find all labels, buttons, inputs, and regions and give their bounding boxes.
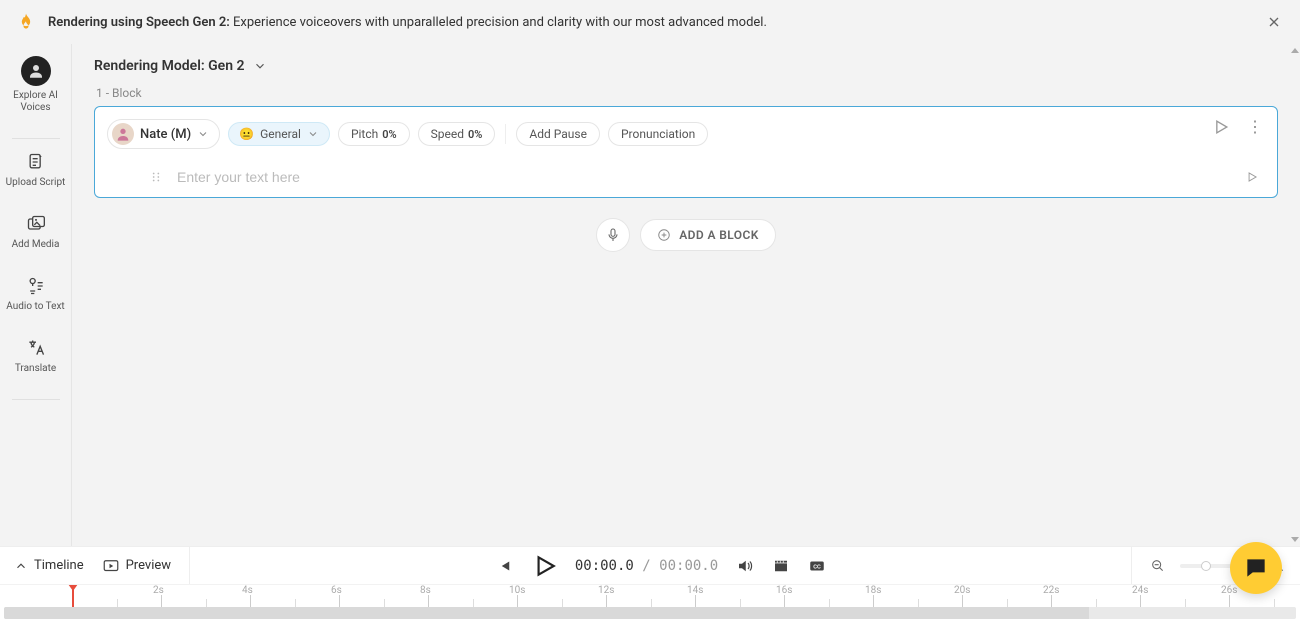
speech-block: Nate (M) 😐 General Pitch 0% Speed 0% — [94, 106, 1278, 198]
ruler-label: 18s — [865, 585, 881, 596]
playback-controls-bar: Timeline Preview 00:00.0 / 00:00.0 CC — [0, 546, 1300, 584]
rendering-model-label: Rendering Model: Gen 2 — [94, 58, 245, 74]
ruler-label: 24s — [1132, 585, 1148, 596]
rendering-model-dropdown[interactable]: Rendering Model: Gen 2 — [94, 58, 1278, 74]
zoom-out-button[interactable] — [1150, 558, 1166, 574]
tone-label: General — [260, 127, 301, 141]
skip-previous-button[interactable] — [495, 557, 513, 575]
timeline-toggle[interactable]: Timeline — [14, 558, 84, 573]
pronunciation-button[interactable]: Pronunciation — [608, 122, 708, 146]
ruler-label: 16s — [776, 585, 792, 596]
ruler-label: 20s — [954, 585, 970, 596]
speed-control[interactable]: Speed 0% — [418, 122, 496, 146]
avatar — [21, 56, 51, 86]
chevron-down-icon — [197, 128, 209, 140]
voice-selector[interactable]: Nate (M) — [107, 119, 220, 149]
ruler-label: 8s — [420, 585, 431, 596]
sidebar-item-explore-voices[interactable]: Explore AI Voices — [6, 56, 66, 124]
banner-text: Rendering using Speech Gen 2: Experience… — [48, 15, 767, 30]
block-text-input[interactable] — [177, 169, 1265, 185]
ruler-label: 10s — [509, 585, 525, 596]
sidebar-item-label: Translate — [15, 363, 56, 375]
play-button[interactable] — [531, 553, 557, 579]
voice-name: Nate (M) — [140, 127, 191, 142]
record-mic-button[interactable] — [596, 218, 630, 252]
sidebar: Explore AI Voices Upload Script Add Medi… — [0, 44, 72, 546]
svg-text:CC: CC — [813, 564, 821, 570]
plus-circle-icon — [657, 228, 671, 242]
flame-icon — [16, 12, 36, 32]
add-block-label: ADD A BLOCK — [679, 228, 758, 242]
timeline-track[interactable] — [4, 607, 1296, 619]
timeline-ruler[interactable]: 2s 4s 6s 8s 10s 12s 14s 16s 18s 20s 22s 24s 26s — [0, 584, 1300, 620]
ruler-label: 12s — [598, 585, 614, 596]
block-toolbar: Nate (M) 😐 General Pitch 0% Speed 0% — [107, 119, 1265, 149]
ruler-label: 14s — [687, 585, 703, 596]
zoom-thumb[interactable] — [1201, 561, 1211, 571]
sidebar-item-label: Upload Script — [6, 177, 66, 189]
chevron-down-icon — [253, 59, 267, 73]
ruler-label: 2s — [153, 585, 164, 596]
sidebar-item-label: Add Media — [12, 239, 60, 251]
ruler-label: 6s — [331, 585, 342, 596]
ruler-label: 26s — [1221, 585, 1237, 596]
toolbar-separator — [505, 124, 506, 144]
play-block-button[interactable] — [1211, 117, 1231, 137]
sidebar-item-add-media[interactable]: Add Media — [6, 213, 66, 261]
sidebar-item-audio-to-text[interactable]: Audio to Text — [6, 275, 66, 323]
ruler-label: 4s — [242, 585, 253, 596]
media-icon — [25, 213, 47, 235]
preview-button[interactable]: Preview — [102, 557, 171, 575]
pitch-control[interactable]: Pitch 0% — [338, 122, 410, 146]
translate-icon — [25, 337, 47, 359]
captions-button[interactable]: CC — [808, 557, 826, 575]
playhead[interactable] — [72, 585, 74, 607]
play-line-button[interactable] — [1245, 170, 1259, 184]
add-pause-button[interactable]: Add Pause — [516, 122, 600, 146]
audio-to-text-icon — [25, 275, 47, 297]
scroll-indicator[interactable] — [1290, 44, 1298, 546]
time-display: 00:00.0 / 00:00.0 — [575, 558, 718, 574]
drag-handle-icon[interactable] — [149, 170, 163, 184]
sidebar-item-label: Explore AI Voices — [6, 90, 66, 114]
video-button[interactable] — [772, 557, 790, 575]
document-upload-icon — [25, 151, 47, 173]
sidebar-item-translate[interactable]: Translate — [6, 337, 66, 385]
volume-button[interactable] — [736, 557, 754, 575]
emoji-neutral-icon: 😐 — [239, 127, 254, 141]
close-icon[interactable] — [1266, 14, 1282, 30]
sidebar-item-label: Audio to Text — [6, 301, 64, 313]
chevron-down-icon — [307, 128, 319, 140]
chevron-up-icon — [14, 559, 28, 573]
more-options-button[interactable]: ⋮ — [1247, 119, 1263, 135]
editor-main: Rendering Model: Gen 2 1 - Block Nate (M… — [72, 44, 1300, 546]
preview-icon — [102, 557, 120, 575]
chat-fab[interactable] — [1230, 542, 1282, 594]
sidebar-item-upload-script[interactable]: Upload Script — [6, 151, 66, 199]
block-index-label: 1 - Block — [96, 86, 1278, 100]
ruler-label: 22s — [1043, 585, 1059, 596]
announcement-banner: Rendering using Speech Gen 2: Experience… — [0, 0, 1300, 44]
add-block-button[interactable]: ADD A BLOCK — [640, 219, 775, 251]
voice-avatar — [112, 123, 134, 145]
timeline-segment — [4, 607, 1089, 619]
tone-selector[interactable]: 😐 General — [228, 122, 330, 146]
